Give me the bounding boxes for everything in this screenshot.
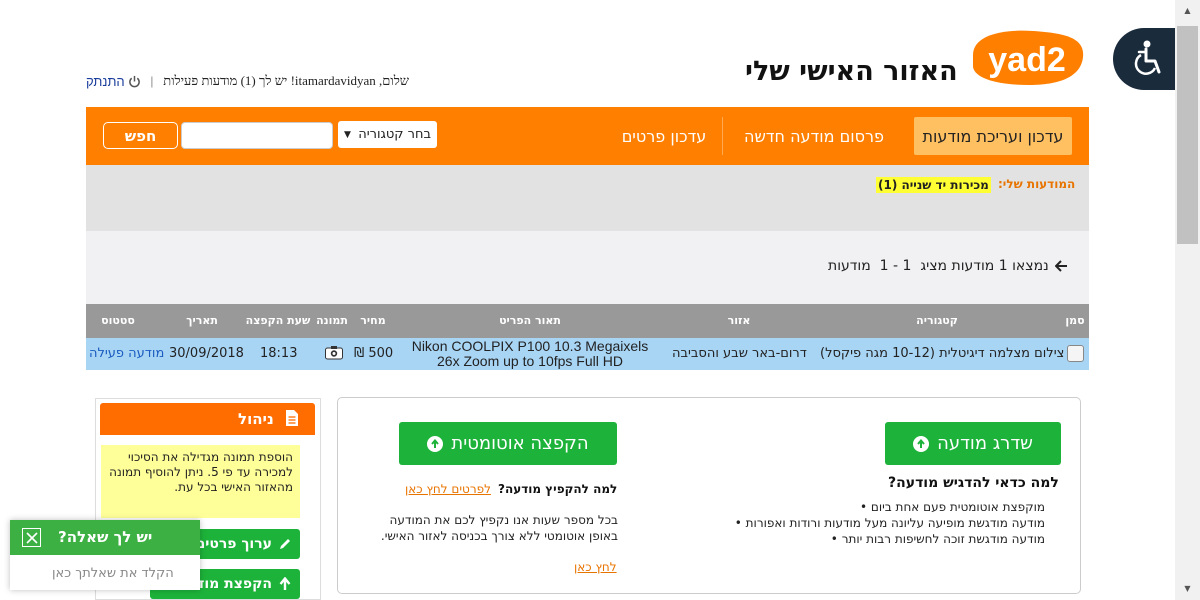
page-title: האזור האישי שלי bbox=[745, 56, 958, 87]
list-item: מודעה מודגשת מופיעה עליונה מעל מודעות ור… bbox=[727, 515, 1045, 531]
nav-tab-new-ad[interactable]: פרסום מודעה חדשה bbox=[735, 117, 893, 155]
upgrade-ad-label: שדרג מודעה bbox=[937, 433, 1033, 454]
my-ads-label: המודעות שלי: bbox=[998, 177, 1076, 191]
auto-bump-button[interactable]: הקפצה אוטומטית bbox=[399, 422, 617, 465]
dropdown-arrow-icon: ▼ bbox=[344, 129, 351, 140]
bump-heading: למה להקפיץ מודעה? bbox=[498, 482, 618, 496]
auto-bump-label: הקפצה אוטומטית bbox=[451, 433, 589, 454]
upgrade-bullets: מוקפצת אוטומטית פעם אחת ביום מודעה מודגש… bbox=[727, 499, 1045, 547]
scrollbar-thumb[interactable] bbox=[1177, 26, 1198, 244]
yad2-logo[interactable]: yad2 bbox=[963, 27, 1087, 91]
camera-icon[interactable] bbox=[325, 345, 343, 360]
nav-tab-update-details[interactable]: עדכון פרטים bbox=[612, 117, 716, 155]
accessibility-button[interactable] bbox=[1113, 28, 1175, 90]
bump-body-line1: בכל מספר שעות אנו נקפיץ לכם את המודעה bbox=[389, 513, 618, 527]
row-description-line1: Nikon COOLPIX P100 10.3 Megaixels bbox=[411, 338, 649, 354]
manage-tip: הוספת תמונה מגדילה את הסיכוי למכירה עד פ… bbox=[101, 445, 300, 518]
power-icon bbox=[128, 75, 140, 87]
bump-body-line2: באופן אוטומטי ללא צורך בכניסה לאזור האיש… bbox=[380, 529, 618, 543]
nav-tab-edit-ads[interactable]: עדכון ועריכת מודעות bbox=[914, 117, 1072, 155]
greeting-text: שלום, itamardavidyan! יש לך (1) מודעות פ… bbox=[163, 73, 410, 88]
col-header-area: אזור bbox=[727, 314, 751, 327]
row-status[interactable]: מודעה פעילה bbox=[89, 346, 164, 361]
accessibility-icon bbox=[1134, 40, 1161, 75]
category-select-label: בחר קטגוריה bbox=[358, 127, 431, 142]
arrow-up-icon bbox=[913, 435, 930, 452]
row-bump-time: 18:13 bbox=[260, 346, 298, 361]
arrow-left-icon bbox=[1054, 260, 1067, 272]
edit-details-label: ערוך פרטים bbox=[195, 536, 272, 552]
results-text: נמצאו 1 מודעות מציג 1 - 1 מודעות bbox=[828, 258, 1049, 274]
row-price: 500 ₪ bbox=[354, 346, 394, 361]
col-header-description: תאור הפריט bbox=[499, 314, 561, 327]
row-category: צילום מצלמה דיגיטלית (10-12 מגה פיקסל) bbox=[820, 346, 1065, 361]
document-icon bbox=[285, 409, 299, 427]
my-ads-band bbox=[86, 165, 1089, 231]
bump-details-link[interactable]: לפרטים לחץ כאן bbox=[405, 482, 491, 496]
col-header-price: מחיר bbox=[360, 314, 386, 327]
separator: | bbox=[150, 73, 154, 88]
click-here-link[interactable]: לחץ כאן bbox=[574, 560, 617, 574]
scroll-down-icon[interactable]: ▼ bbox=[1175, 578, 1200, 598]
list-item: מודעה מודגשת זוכה לחשיפות רבות יותר bbox=[727, 531, 1045, 547]
row-area: דרום-באר שבע והסביבה bbox=[672, 346, 807, 361]
upgrade-ad-button[interactable]: שדרג מודעה bbox=[885, 422, 1061, 465]
col-header-select: סמן bbox=[1065, 314, 1085, 327]
search-input[interactable] bbox=[181, 122, 333, 149]
chat-close-icon[interactable] bbox=[22, 528, 41, 547]
bump-body: בכל מספר שעות אנו נקפיץ לכם את המודעה בא… bbox=[370, 512, 618, 544]
row-description-line2: 26x Zoom up to 10fps Full HD bbox=[437, 353, 623, 369]
list-item: מוקפצת אוטומטית פעם אחת ביום bbox=[727, 499, 1045, 515]
chat-input[interactable]: הקלד את שאלתך כאן bbox=[52, 566, 174, 581]
arrow-up-icon bbox=[279, 577, 291, 590]
category-select[interactable]: בחר קטגוריה ▼ bbox=[338, 121, 437, 148]
nav-divider bbox=[722, 117, 723, 155]
manage-title: ניהול bbox=[238, 410, 274, 428]
scroll-up-icon[interactable]: ▲ bbox=[1175, 0, 1200, 20]
results-summary: נמצאו 1 מודעות מציג 1 - 1 מודעות bbox=[828, 258, 1068, 274]
row-date: 30/09/2018 bbox=[169, 346, 244, 361]
logout-label: התנתק bbox=[86, 73, 125, 89]
search-button[interactable]: חפש bbox=[103, 122, 178, 149]
row-select-checkbox[interactable] bbox=[1067, 345, 1084, 362]
col-header-bump-time: שעת הקפצה bbox=[245, 314, 311, 327]
user-line: התנתק | שלום, itamardavidyan! יש לך (1) … bbox=[86, 73, 409, 89]
row-description[interactable]: Nikon COOLPIX P100 10.3 Megaixels 26x Zo… bbox=[412, 339, 649, 369]
my-ads-category-chip[interactable]: מכירות יד שנייה (1) bbox=[876, 177, 991, 193]
col-header-status: סטטוס bbox=[101, 314, 135, 327]
arrow-up-icon bbox=[427, 435, 444, 452]
col-header-category: קטגוריה bbox=[916, 314, 958, 327]
col-header-image: תמונה bbox=[316, 314, 348, 327]
logo-text: yad2 bbox=[988, 41, 1066, 79]
pencil-icon bbox=[280, 539, 290, 549]
col-header-date: תאריך bbox=[186, 314, 218, 327]
upgrade-heading: למה כדאי להדגיש מודעה? bbox=[888, 475, 1059, 491]
chat-title: יש לך שאלה? bbox=[58, 528, 153, 546]
manage-header bbox=[100, 403, 315, 435]
logout-link[interactable]: התנתק bbox=[86, 74, 141, 89]
